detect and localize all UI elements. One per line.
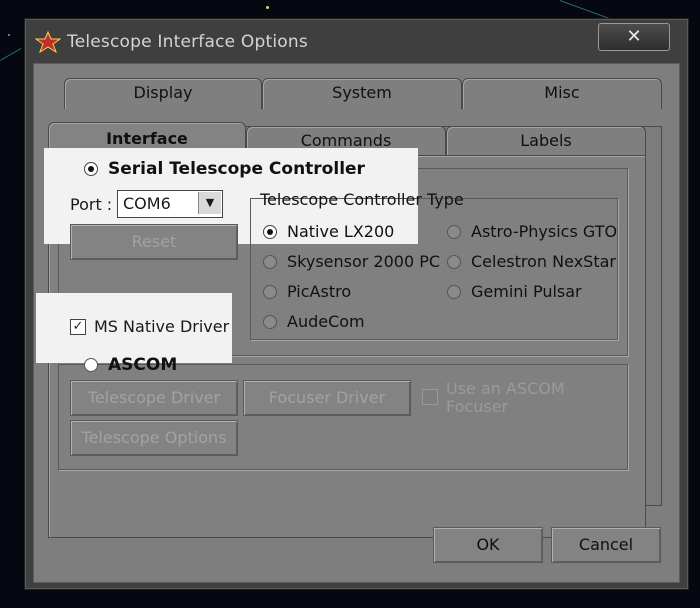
option-label: Astro-Physics GTO: [471, 222, 618, 241]
radio-native-lx200[interactable]: Native LX200: [263, 222, 394, 241]
port-value: COM6: [123, 194, 171, 213]
radio-indicator: [447, 224, 461, 239]
tab-label: System: [332, 83, 392, 102]
option-label: AudeCom: [287, 312, 365, 331]
use-focuser-line-1: Use an ASCOM: [446, 379, 565, 398]
radio-astro-physics[interactable]: Astro-Physics GTO: [447, 222, 617, 241]
ms-native-driver-checkbox[interactable]: ✓ MS Native Driver: [70, 317, 229, 336]
cancel-label: Cancel: [578, 535, 634, 554]
use-ascom-focuser-label: Use an ASCOM Focuser: [446, 380, 565, 416]
telescope-driver-label: Telescope Driver: [87, 388, 221, 407]
tab-label: Interface: [106, 129, 188, 148]
radio-gemini[interactable]: Gemini Pulsar: [447, 282, 582, 301]
telescope-options-button[interactable]: Telescope Options: [70, 420, 238, 456]
close-button[interactable]: ✕: [598, 23, 670, 51]
ok-button[interactable]: OK: [433, 527, 543, 563]
radio-picastro[interactable]: PicAstro: [263, 282, 351, 301]
cancel-button[interactable]: Cancel: [551, 527, 661, 563]
background-star: [266, 6, 269, 9]
focuser-driver-button[interactable]: Focuser Driver: [243, 380, 411, 416]
radio-indicator: [447, 254, 461, 269]
port-label: Port :: [70, 195, 113, 214]
radio-audecom[interactable]: AudeCom: [263, 312, 365, 331]
dropdown-arrow-icon[interactable]: ▼: [198, 192, 221, 214]
tab-misc[interactable]: Misc: [462, 78, 662, 109]
radio-celestron[interactable]: Celestron NexStar: [447, 252, 616, 271]
focuser-driver-label: Focuser Driver: [268, 388, 386, 407]
use-ascom-focuser-checkbox[interactable]: Use an ASCOM Focuser: [422, 380, 565, 416]
telescope-options-label: Telescope Options: [81, 428, 227, 447]
option-label: Skysensor 2000 PC: [287, 252, 441, 271]
radio-indicator: [447, 284, 461, 299]
tab-label: Misc: [544, 83, 580, 102]
radio-skysensor[interactable]: Skysensor 2000 PC: [263, 252, 440, 271]
tab-label: Labels: [520, 131, 572, 150]
ms-native-label: MS Native Driver: [94, 317, 230, 336]
radio-indicator: [263, 314, 277, 329]
radio-selected-indicator: [263, 224, 277, 239]
checkbox-unchecked: [422, 389, 438, 405]
ok-label: OK: [476, 535, 500, 554]
telescope-driver-button[interactable]: Telescope Driver: [70, 380, 238, 416]
background-star: [8, 34, 10, 36]
port-select[interactable]: COM6 ▼: [117, 190, 223, 218]
radio-indicator: [263, 254, 277, 269]
serial-controller-label: Serial Telescope Controller: [108, 159, 365, 179]
reset-button[interactable]: Reset: [70, 224, 238, 260]
tab-labels[interactable]: Labels: [446, 126, 646, 157]
option-label: Celestron NexStar: [471, 252, 616, 271]
tab-display[interactable]: Display: [64, 78, 262, 109]
reset-label: Reset: [131, 232, 177, 251]
title-bar[interactable]: Telescope Interface Options ✕: [25, 19, 688, 61]
tab-system[interactable]: System: [262, 78, 462, 109]
ascom-radio[interactable]: ASCOM: [84, 355, 177, 375]
checkmark-icon: ✓: [70, 318, 86, 335]
serial-controller-radio[interactable]: Serial Telescope Controller: [84, 159, 365, 179]
option-label: Native LX200: [287, 222, 395, 241]
window-title: Telescope Interface Options: [67, 32, 308, 52]
option-label: Gemini Pulsar: [471, 282, 582, 301]
tab-label: Display: [133, 83, 193, 102]
option-label: PicAstro: [287, 282, 352, 301]
ascom-label: ASCOM: [108, 355, 178, 375]
app-star-icon: [35, 31, 61, 53]
background-constellation-line: [0, 48, 22, 61]
radio-selected-indicator: [84, 162, 98, 176]
close-icon: ✕: [626, 26, 642, 47]
use-focuser-line-2: Focuser: [446, 397, 509, 416]
radio-indicator: [84, 358, 98, 372]
radio-indicator: [263, 284, 277, 299]
controller-type-title: Telescope Controller Type: [260, 190, 464, 209]
